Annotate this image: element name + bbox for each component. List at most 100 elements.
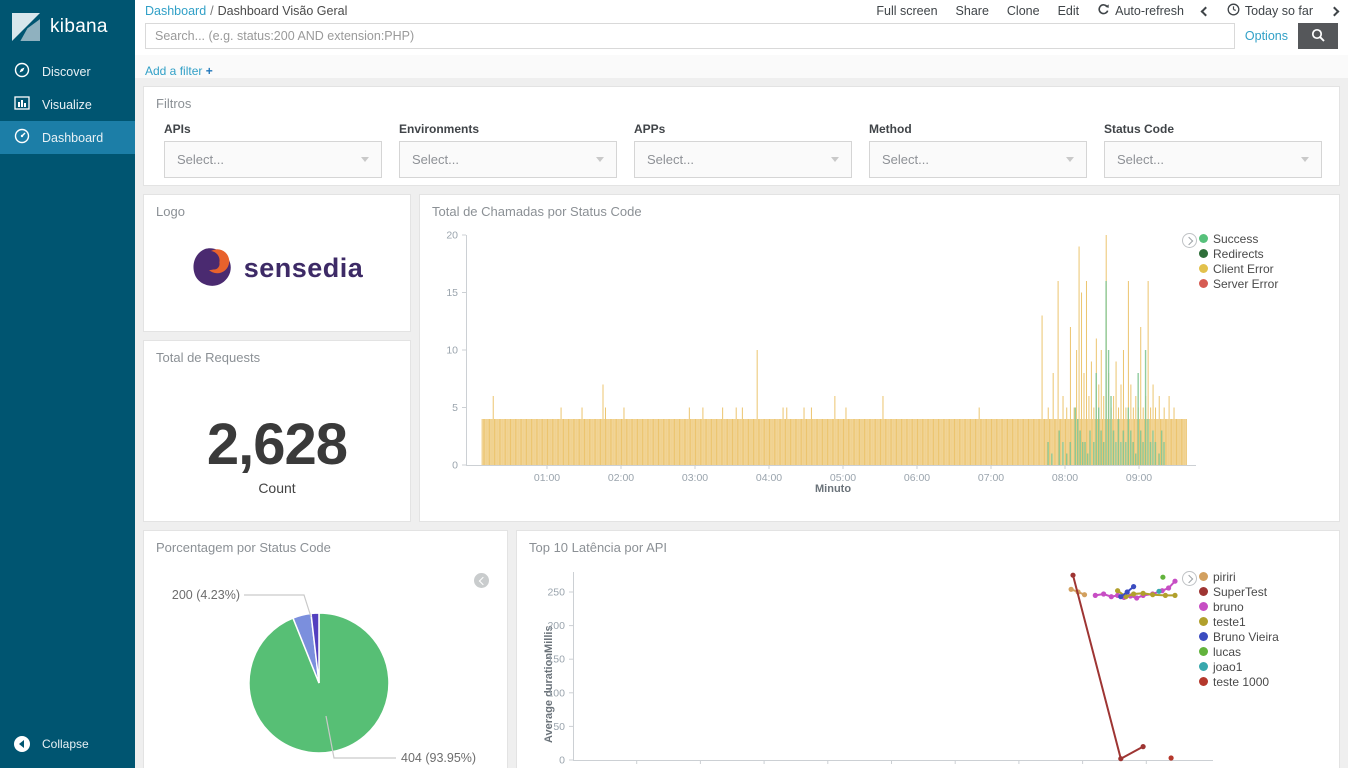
apps-select[interactable]: Select... [634, 141, 852, 178]
legend-item[interactable]: lucas [1199, 645, 1331, 659]
time-back-button[interactable] [1202, 8, 1209, 15]
panel-title: Filtros [144, 87, 1339, 115]
legend-label: Success [1213, 232, 1258, 246]
share-button[interactable]: Share [956, 4, 989, 18]
sidebar-item-discover[interactable]: Discover [0, 55, 135, 88]
svg-text:06:00: 06:00 [904, 472, 930, 484]
dashboard-grid: Filtros APIs Select... Environments Sele… [135, 78, 1348, 768]
panel-title: Top 10 Latência por API [517, 531, 1339, 559]
main-area: Dashboard/Dashboard Visão Geral Full scr… [135, 0, 1348, 768]
method-select[interactable]: Select... [869, 141, 1087, 178]
legend-label: Server Error [1213, 277, 1278, 291]
svg-text:404 (93.95%): 404 (93.95%) [401, 751, 476, 765]
sidebar-collapse-button[interactable]: Collapse [0, 730, 135, 758]
legend-label: piriri [1213, 570, 1236, 584]
svg-text:04:00: 04:00 [756, 472, 782, 484]
legend-item[interactable]: Bruno Vieira [1199, 630, 1331, 644]
edit-button[interactable]: Edit [1058, 4, 1080, 18]
auto-refresh-button[interactable]: Auto-refresh [1097, 3, 1184, 19]
legend-item[interactable]: teste 1000 [1199, 675, 1331, 689]
bar-chart-legend: SuccessRedirectsClient ErrorServer Error [1199, 232, 1331, 292]
legend-label: SuperTest [1213, 585, 1267, 599]
time-picker-button[interactable]: Today so far [1227, 3, 1313, 19]
metric-value: 2,628 [144, 411, 410, 478]
legend-color-dot [1199, 602, 1208, 611]
svg-text:03:00: 03:00 [682, 472, 708, 484]
panel-title: Total de Requests [144, 341, 410, 369]
legend-color-dot [1199, 264, 1208, 273]
breadcrumb-root-link[interactable]: Dashboard [145, 4, 206, 18]
svg-text:200: 200 [547, 620, 565, 632]
svg-text:50: 50 [553, 721, 565, 733]
legend-toggle-icon[interactable] [1182, 233, 1197, 248]
filter-label-environments: Environments [399, 122, 617, 136]
sidebar-item-label: Visualize [42, 98, 92, 112]
status-code-select[interactable]: Select... [1104, 141, 1322, 178]
svg-text:250: 250 [547, 587, 565, 599]
svg-text:07:00: 07:00 [978, 472, 1004, 484]
filter-label-method: Method [869, 122, 1087, 136]
options-link[interactable]: Options [1245, 29, 1288, 43]
breadcrumb: Dashboard/Dashboard Visão Geral [145, 4, 347, 18]
sensedia-logo: sensedia [144, 223, 410, 313]
latency-panel: Top 10 Latência por API Average duration… [516, 530, 1340, 768]
svg-text:150: 150 [547, 654, 565, 666]
svg-text:08:00: 08:00 [1052, 472, 1078, 484]
panel-title: Porcentagem por Status Code [144, 531, 507, 559]
chevron-down-icon [361, 157, 369, 162]
sidebar-item-visualize[interactable]: Visualize [0, 88, 135, 121]
legend-item[interactable]: joao1 [1199, 660, 1331, 674]
legend-item[interactable]: Redirects [1199, 247, 1331, 261]
legend-label: bruno [1213, 600, 1244, 614]
legend-label: teste 1000 [1213, 675, 1269, 689]
svg-text:20: 20 [446, 230, 458, 242]
full-screen-button[interactable]: Full screen [876, 4, 937, 18]
legend-item[interactable]: bruno [1199, 600, 1331, 614]
chevron-left-icon [1200, 6, 1210, 16]
brand-name: kibana [50, 16, 108, 38]
search-button[interactable] [1298, 23, 1338, 49]
legend-item[interactable]: piriri [1199, 570, 1331, 584]
apis-select[interactable]: Select... [164, 141, 382, 178]
legend-item[interactable]: Client Error [1199, 262, 1331, 276]
legend-item[interactable]: SuperTest [1199, 585, 1331, 599]
chevron-down-icon [596, 157, 604, 162]
collapse-label: Collapse [42, 737, 89, 751]
legend-item[interactable]: Success [1199, 232, 1331, 246]
legend-item[interactable]: Server Error [1199, 277, 1331, 291]
add-filter-link[interactable]: Add a filter + [145, 64, 213, 78]
latency-chart: 05010015020025001:0002:0003:0004:0005:00… [573, 564, 1213, 768]
legend-toggle-icon[interactable] [474, 573, 489, 588]
legend-label: Bruno Vieira [1213, 630, 1279, 644]
legend-label: teste1 [1213, 615, 1246, 629]
bar-chart-icon [14, 95, 30, 114]
total-requests-panel: Total de Requests 2,628 Count [143, 340, 411, 522]
environments-select[interactable]: Select... [399, 141, 617, 178]
status-code-histogram-panel: Total de Chamadas por Status Code Count … [419, 194, 1340, 522]
legend-color-dot [1199, 572, 1208, 581]
clone-button[interactable]: Clone [1007, 4, 1040, 18]
breadcrumb-separator: / [210, 4, 213, 18]
kibana-brand[interactable]: kibana [0, 0, 135, 55]
filter-label-apps: APPs [634, 122, 852, 136]
clock-icon [1227, 3, 1240, 19]
compass-icon [14, 62, 30, 81]
chevron-down-icon [1301, 157, 1309, 162]
filter-label-status-code: Status Code [1104, 122, 1322, 136]
search-input[interactable] [145, 23, 1235, 49]
metric-unit: Count [144, 480, 410, 496]
svg-text:5: 5 [452, 402, 458, 414]
legend-label: Client Error [1213, 262, 1274, 276]
svg-text:0: 0 [559, 755, 565, 767]
search-bar: Options [135, 21, 1348, 55]
legend-toggle-icon[interactable] [1182, 571, 1197, 586]
sidebar-item-dashboard[interactable]: Dashboard [0, 121, 135, 154]
svg-text:15: 15 [446, 287, 458, 299]
time-forward-button[interactable] [1331, 8, 1338, 15]
bar-chart-svg: 0510152001:0002:0003:0004:0005:0006:0007… [466, 235, 1196, 495]
legend-color-dot [1199, 234, 1208, 243]
legend-item[interactable]: teste1 [1199, 615, 1331, 629]
dashboard-actions: Full screen Share Clone Edit Auto-refres… [876, 3, 1338, 19]
chevron-down-icon [831, 157, 839, 162]
sensedia-mark-icon [191, 247, 235, 289]
